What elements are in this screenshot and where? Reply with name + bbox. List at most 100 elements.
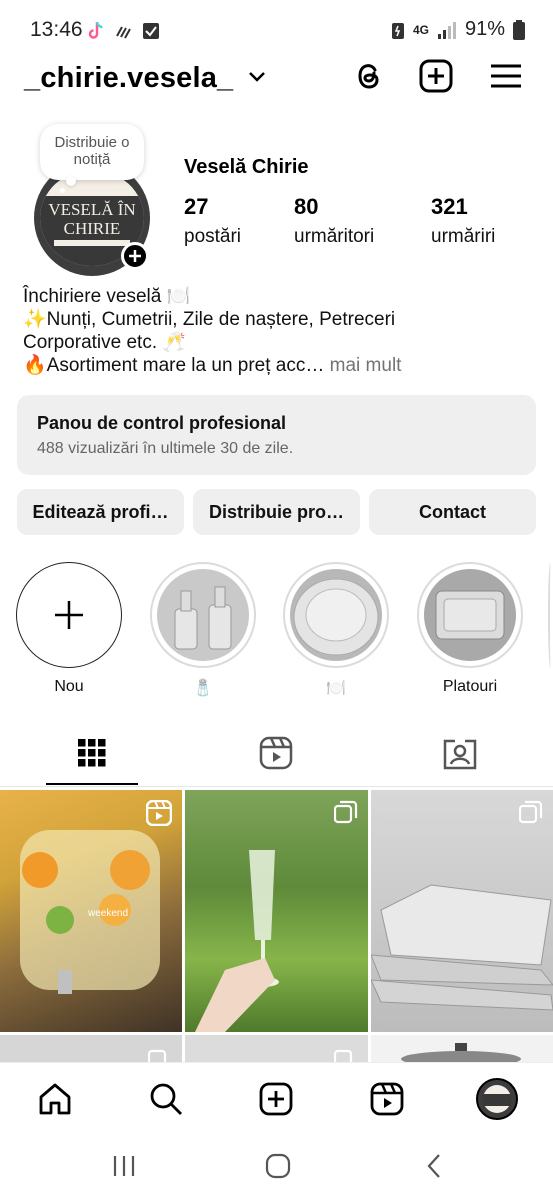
dashboard-title: Panou de control profesional (37, 413, 287, 433)
post-square-plates[interactable] (371, 790, 553, 1032)
note-bubble[interactable]: Distribuie o notiță (40, 124, 144, 180)
signal-waves-icon (116, 26, 131, 39)
highlight-ring (417, 562, 523, 668)
stat-posts[interactable]: 27 postări (184, 194, 241, 248)
carousel-badge-icon (334, 800, 358, 824)
post-glass[interactable] (185, 790, 368, 1032)
highlight-platters[interactable]: Platouri (416, 562, 524, 696)
edit-profile-button[interactable]: Editează profi… (17, 489, 184, 535)
battery-icon (513, 19, 525, 40)
contact-button[interactable]: Contact (369, 489, 536, 535)
active-tab-indicator (46, 783, 138, 785)
tab-reels[interactable] (184, 720, 368, 786)
network-type: 4G (412, 22, 429, 37)
status-time: 13:46 (30, 18, 83, 41)
share-profile-button[interactable]: Distribuie pro… (193, 489, 360, 535)
stat-followers[interactable]: 80 urmăritori (294, 194, 374, 248)
stat-following-value: 321 (431, 194, 468, 219)
system-navigation (0, 1134, 553, 1200)
post-image (401, 1043, 521, 1065)
chevron-down-icon[interactable] (248, 70, 266, 84)
post-caption: weekend (88, 908, 129, 919)
recent-apps-icon[interactable] (110, 1154, 138, 1178)
avatar-text-2: CHIRIE (63, 219, 121, 238)
highlight-label: 🍽️ (326, 680, 346, 697)
nav-profile[interactable] (475, 1077, 519, 1121)
tabs-divider (0, 786, 553, 787)
menu-icon[interactable] (488, 58, 524, 94)
create-icon[interactable] (418, 58, 454, 94)
nav-home[interactable] (33, 1077, 77, 1121)
post-lemonade[interactable]: weekend (0, 790, 182, 1032)
bio-more-link[interactable]: mai mult (324, 355, 402, 376)
highlight-cover-plates (290, 569, 382, 661)
highlight-plates[interactable]: 🍽️ (282, 562, 390, 698)
highlight-label: Platouri (442, 678, 498, 695)
status-bar: 13:46 4G 91% (0, 0, 553, 60)
reels-icon (259, 736, 293, 770)
battery-percent: 91% (464, 18, 505, 40)
dashboard-subtitle: 488 vizualizări în ultimele 30 de zile. (37, 440, 294, 457)
bio-line: Închiriere veselă 🍽️ (23, 286, 191, 307)
tab-tagged[interactable] (368, 720, 552, 786)
account-username[interactable]: _chirie.vesela_ (24, 62, 233, 95)
professional-dashboard[interactable]: Panou de control profesional 488 vizuali… (17, 395, 536, 475)
plus-icon (129, 250, 141, 262)
cell-signal-icon (437, 21, 456, 39)
reels-badge-icon (146, 800, 172, 826)
nav-create[interactable] (254, 1077, 298, 1121)
avatar-text-1: VESELĂ ÎN (48, 200, 136, 219)
highlight-label: Nou (54, 678, 84, 695)
post-row2-1[interactable] (0, 1035, 182, 1065)
status-notification-icons (86, 20, 160, 42)
highlight-salt[interactable]: 🧂 (149, 562, 257, 698)
checkbox-icon (143, 23, 159, 39)
reels-icon (370, 1082, 404, 1116)
highlight-ring (283, 562, 389, 668)
stat-followers-value: 80 (294, 194, 319, 219)
stat-followers-label: urmăritori (294, 226, 375, 247)
post-row2-3[interactable] (371, 1035, 553, 1065)
highlight-cover-bottles (157, 569, 249, 661)
highlight-partial[interactable] (548, 562, 553, 668)
tiktok-icon (88, 21, 103, 39)
bottom-navigation (0, 1062, 553, 1134)
highlight-new[interactable]: Nou (15, 562, 123, 696)
search-icon (150, 1083, 182, 1115)
create-icon (259, 1082, 293, 1116)
highlight-cover-platters (424, 569, 516, 661)
bio-line: Corporative etc. 🥂 (23, 332, 187, 353)
carousel-badge-icon (519, 800, 543, 824)
status-right: 4G 91% (391, 18, 525, 41)
profile-avatar-small (476, 1078, 518, 1120)
nav-search[interactable] (144, 1077, 188, 1121)
note-bubble-tail (66, 176, 76, 186)
add-story-button[interactable] (121, 242, 149, 270)
stat-following[interactable]: 321 urmăriri (431, 194, 495, 248)
stat-posts-value: 27 (184, 194, 209, 219)
highlight-ring (16, 562, 122, 668)
home-icon (39, 1083, 71, 1115)
profile-tabs (0, 720, 553, 786)
bio-line-last: 🔥Asortiment mare la un preț acc… mai mul… (23, 354, 533, 377)
grid-icon (78, 739, 106, 767)
profile-header: _chirie.vesela_ (0, 56, 553, 104)
post-image (371, 884, 553, 1011)
highlight-label: 🧂 (193, 680, 213, 697)
plus-icon (55, 601, 83, 629)
bio-line: ✨Nunți, Cumetrii, Zile de naștere, Petre… (23, 309, 396, 330)
back-icon[interactable] (424, 1152, 444, 1180)
profile-bio: Închiriere veselă 🍽️ ✨Nunți, Cumetrii, Z… (23, 285, 533, 377)
post-row2-2[interactable] (185, 1035, 368, 1065)
highlight-ring (150, 562, 256, 668)
nav-reels[interactable] (365, 1077, 409, 1121)
note-bubble-tail-small (60, 188, 65, 193)
stat-following-label: urmăriri (431, 226, 496, 247)
note-prompt: Distribuie o notiță (54, 134, 130, 168)
tagged-icon (443, 739, 477, 770)
threads-icon[interactable] (350, 58, 386, 94)
home-button-icon[interactable] (264, 1152, 292, 1180)
bio-line: 🔥Asortiment mare la un preț acc… (23, 355, 325, 376)
stat-posts-label: postări (184, 226, 242, 247)
tab-posts[interactable] (0, 720, 184, 786)
